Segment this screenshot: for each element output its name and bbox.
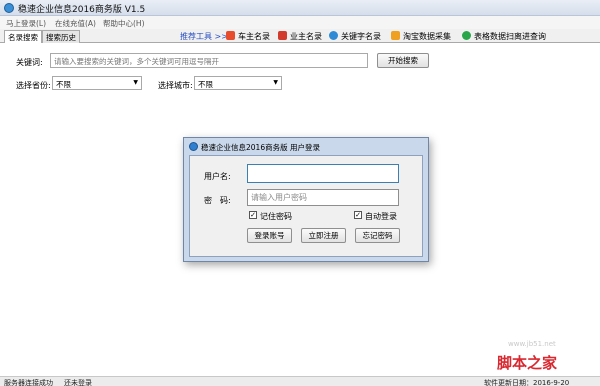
province-label: 选择省份: [16,81,51,90]
keyword-input[interactable]: 请输入要搜索的关键词，多个关键词可用逗号隔开 [50,53,368,68]
province-select-value: 不限 [56,80,71,89]
title-bar: 稳速企业信息2016商务版 V1.5 [0,0,600,16]
server-status: 服务器连接成功 [4,379,53,386]
recommend-tools-label: 推荐工具 >> [180,32,228,41]
register-button[interactable]: 立即注册 [301,228,346,243]
city-label: 选择城市: [158,81,193,90]
login-dialog-title-bar[interactable]: 稳速企业信息2016商务版 用户登录 [184,138,428,154]
app-icon [189,142,198,151]
remember-password-checkbox[interactable]: ✓ [249,211,257,219]
tool-car-owner-directory[interactable]: 车主名录 [238,31,270,42]
watermark-site: 脚本之家 [497,354,558,372]
update-date: 软件更新日期：2016-9-20 [484,379,570,386]
menu-bar: 马上登录(L) 在线充值(A) 帮助中心(H) [0,16,600,29]
password-label: 密 码: [204,196,231,205]
tool-taobao-collector[interactable]: 淘宝数据采集 [403,31,451,42]
login-dialog: 稳速企业信息2016商务版 用户登录 用户名: 密 码: 请输入用户密码 ✓ 记… [183,137,429,262]
menu-item-recharge[interactable]: 在线充值(A) [55,18,96,29]
app-icon [4,3,14,13]
globe-icon [462,31,471,40]
window-title: 稳速企业信息2016商务版 V1.5 [18,5,146,15]
start-search-button[interactable]: 开始搜索 [377,53,429,68]
password-input[interactable]: 请输入用户密码 [247,189,399,206]
province-select[interactable]: 不限 ▼ [52,76,142,90]
keyword-label: 关键词: [16,58,43,67]
chevron-down-icon: ▼ [133,79,138,86]
login-status: 还未登录 [64,379,92,386]
chevron-down-icon: ▼ [273,79,278,86]
tool-homeowner-directory[interactable]: 业主名录 [290,31,322,42]
status-bar: 服务器连接成功 还未登录 软件更新日期：2016-9-20 [0,376,600,386]
username-label: 用户名: [204,172,231,181]
remember-password-label: 记住密码 [260,212,292,221]
car-icon [226,31,235,40]
tab-strip: 名录搜索 搜索历史 推荐工具 >> 车主名录 业主名录 关键字名录 淘宝数据采集… [0,29,600,44]
login-dialog-title: 稳速企业信息2016商务版 用户登录 [201,143,320,152]
magnifier-icon [329,31,338,40]
city-select-value: 不限 [198,80,213,89]
auto-login-label: 自动登录 [365,212,397,221]
watermark-url: www.jb51.net [508,340,556,348]
forgot-password-button[interactable]: 忘记密码 [355,228,400,243]
username-input[interactable] [247,164,399,183]
taobao-icon [391,31,400,40]
auto-login-checkbox[interactable]: ✓ [354,211,362,219]
login-dialog-body: 用户名: 密 码: 请输入用户密码 ✓ 记住密码 ✓ 自动登录 登录账号 立即注… [189,155,423,257]
login-button[interactable]: 登录账号 [247,228,292,243]
menu-item-login[interactable]: 马上登录(L) [6,18,46,29]
house-icon [278,31,287,40]
tab-directory-search[interactable]: 名录搜索 [4,30,42,44]
menu-item-help[interactable]: 帮助中心(H) [103,18,145,29]
tab-search-history[interactable]: 搜索历史 [42,30,80,43]
city-select[interactable]: 不限 ▼ [194,76,282,90]
tool-keyword-directory[interactable]: 关键字名录 [341,31,381,42]
tool-table-data-query[interactable]: 表格数据扫离进查询 [474,31,546,42]
